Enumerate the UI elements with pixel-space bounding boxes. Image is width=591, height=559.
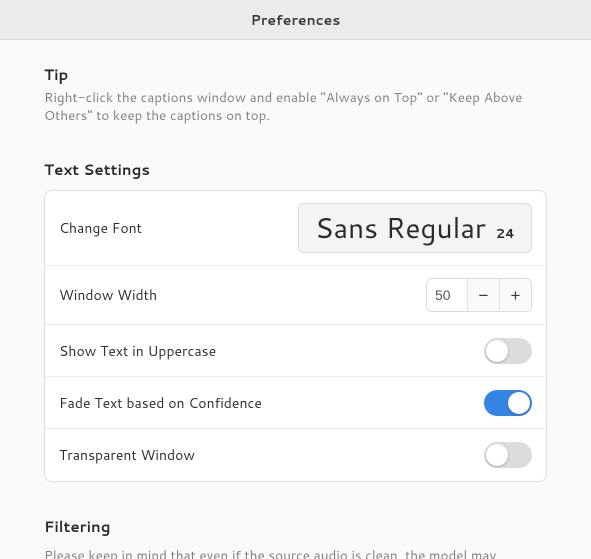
- text-settings-heading: Text Settings: [44, 159, 547, 180]
- minus-icon: −: [479, 286, 489, 305]
- row-window-width: Window Width − +: [45, 266, 546, 325]
- row-fade-confidence: Fade Text based on Confidence: [45, 377, 546, 429]
- transparent-window-label: Transparent Window: [59, 445, 484, 465]
- fade-confidence-toggle[interactable]: [484, 390, 532, 416]
- uppercase-label: Show Text in Uppercase: [59, 341, 484, 361]
- font-name-display: Sans Regular: [315, 208, 486, 248]
- font-picker-button[interactable]: Sans Regular 24: [298, 203, 532, 253]
- tip-body: Right-click the captions window and enab…: [44, 89, 547, 125]
- filtering-heading: Filtering: [44, 516, 547, 537]
- titlebar: Preferences: [0, 0, 591, 40]
- uppercase-toggle[interactable]: [484, 338, 532, 364]
- font-size-display: 24: [496, 225, 515, 243]
- window-width-label: Window Width: [59, 285, 426, 305]
- preferences-content: Tip Right-click the captions window and …: [0, 40, 591, 559]
- toggle-knob: [508, 392, 530, 414]
- fade-confidence-label: Fade Text based on Confidence: [59, 393, 484, 413]
- filtering-body: Please keep in mind that even if the sou…: [44, 547, 547, 559]
- plus-icon: +: [511, 286, 521, 305]
- toggle-knob: [486, 340, 508, 362]
- window-width-decrement-button[interactable]: −: [467, 279, 499, 311]
- tip-heading: Tip: [44, 64, 547, 85]
- transparent-window-toggle[interactable]: [484, 442, 532, 468]
- window-width-input[interactable]: [427, 279, 467, 311]
- window-title: Preferences: [251, 10, 341, 30]
- row-change-font: Change Font Sans Regular 24: [45, 191, 546, 266]
- window-width-increment-button[interactable]: +: [499, 279, 531, 311]
- tip-section: Tip Right-click the captions window and …: [44, 64, 547, 125]
- text-settings-card: Change Font Sans Regular 24 Window Width…: [44, 190, 547, 482]
- row-transparent-window: Transparent Window: [45, 429, 546, 481]
- change-font-label: Change Font: [59, 218, 298, 238]
- window-width-stepper: − +: [426, 278, 532, 312]
- toggle-knob: [486, 444, 508, 466]
- row-uppercase: Show Text in Uppercase: [45, 325, 546, 377]
